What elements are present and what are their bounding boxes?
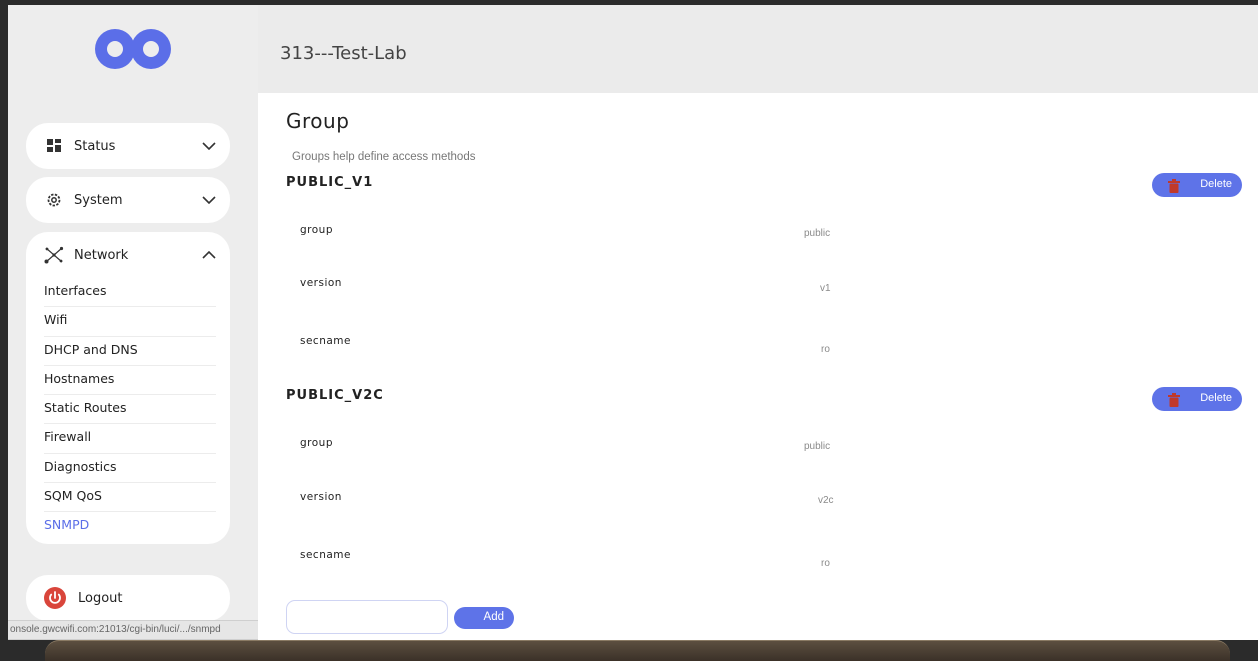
logo[interactable] (8, 5, 258, 93)
gear-icon (44, 190, 64, 210)
sidebar-item-diagnostics[interactable]: Diagnostics (44, 454, 216, 484)
trash-icon (1168, 178, 1180, 197)
chevron-down-icon (202, 193, 216, 207)
sidebar-group-network: Network Interfaces Wifi DHCP and DNS Hos… (26, 232, 230, 544)
header: 313---Test-Lab (258, 5, 1258, 93)
section-title: PUBLIC_V2C (286, 388, 384, 403)
chevron-up-icon (202, 248, 216, 262)
delete-button-label: Delete (1200, 178, 1232, 190)
page-description: Groups help define access methods (292, 151, 476, 163)
app-window: Status System Network Interfaces Wifi DH… (8, 5, 1258, 640)
field-value-secname: ro (821, 344, 830, 355)
logout-label: Logout (78, 590, 123, 606)
field-label-group: group (300, 224, 333, 236)
add-button-label: Add (483, 611, 504, 623)
sidebar-group-status: Status (26, 123, 230, 169)
field-label-group: group (300, 437, 333, 449)
sidebar-item-system[interactable]: System (26, 177, 230, 223)
trash-icon (1168, 392, 1180, 411)
sidebar-item-snmpd[interactable]: SNMPD (44, 512, 216, 540)
sidebar-item-system-label: System (74, 192, 123, 208)
sidebar-item-status[interactable]: Status (26, 123, 230, 169)
delete-button[interactable]: Delete (1152, 387, 1242, 411)
add-button[interactable]: Add (454, 607, 514, 629)
sidebar: Status System Network Interfaces Wifi DH… (8, 5, 426, 640)
power-icon (44, 587, 66, 609)
delete-button-label: Delete (1200, 392, 1232, 404)
device-title: 313---Test-Lab (280, 43, 407, 64)
field-label-secname: secname (300, 549, 351, 561)
delete-button[interactable]: Delete (1152, 173, 1242, 197)
main-content: Group Groups help define access methods … (258, 93, 1258, 640)
field-label-version: version (300, 277, 342, 289)
chevron-down-icon (202, 139, 216, 153)
dashboard-icon (44, 136, 64, 156)
network-submenu: Interfaces Wifi DHCP and DNS Hostnames S… (26, 278, 230, 541)
sidebar-group-system: System (26, 177, 230, 223)
page-title: Group (286, 109, 350, 133)
sidebar-item-wifi[interactable]: Wifi (44, 307, 216, 337)
logout-button[interactable]: Logout (26, 575, 230, 621)
field-label-version: version (300, 491, 342, 503)
sidebar-item-firewall[interactable]: Firewall (44, 424, 216, 454)
sidebar-item-hostnames[interactable]: Hostnames (44, 366, 216, 396)
sidebar-item-network-label: Network (74, 247, 129, 263)
sidebar-item-static-routes[interactable]: Static Routes (44, 395, 216, 425)
field-value-version: v1 (820, 283, 831, 294)
field-value-group: public (804, 441, 831, 452)
field-label-secname: secname (300, 335, 351, 347)
infinity-logo-icon (95, 29, 171, 69)
field-value-secname: ro (821, 558, 830, 569)
sidebar-item-sqm-qos[interactable]: SQM QoS (44, 483, 216, 513)
network-icon (44, 245, 64, 265)
field-value-version: v2c (818, 495, 834, 506)
sidebar-item-status-label: Status (74, 138, 116, 154)
sidebar-item-interfaces[interactable]: Interfaces (44, 278, 216, 308)
sidebar-item-dhcp-and-dns[interactable]: DHCP and DNS (44, 337, 216, 366)
field-value-group: public (804, 228, 831, 239)
new-group-input[interactable] (286, 600, 448, 634)
sidebar-item-network[interactable]: Network (26, 232, 230, 278)
section-title: PUBLIC_V1 (286, 175, 374, 190)
